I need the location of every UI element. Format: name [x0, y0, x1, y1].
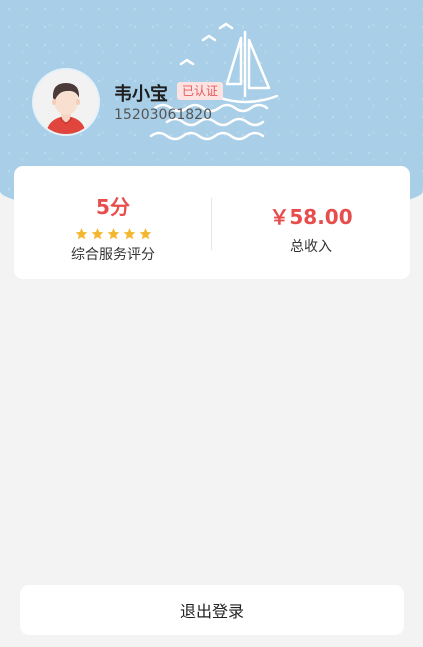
avatar[interactable] [34, 70, 98, 134]
stats-card: 5分 综合服务评分 ￥58.00 总收入 [14, 166, 410, 279]
star-icon [139, 228, 151, 240]
income-section[interactable]: ￥58.00 总收入 [212, 166, 410, 279]
logout-button[interactable]: 退出登录 [20, 585, 404, 635]
avatar-boy-icon [34, 70, 98, 134]
service-score-value: 5分 [96, 195, 130, 219]
service-score-section[interactable]: 5分 综合服务评分 [14, 166, 212, 279]
phone-number: 15203061820 [114, 107, 212, 123]
service-score-label: 综合服务评分 [71, 247, 155, 263]
rating-stars [14, 227, 212, 241]
total-income-value: ￥58.00 [269, 205, 353, 229]
star-icon [107, 228, 119, 240]
verified-badge: 已认证 [177, 82, 224, 100]
star-icon [91, 228, 103, 240]
star-icon [75, 228, 87, 240]
star-icon [123, 228, 135, 240]
total-income-label: 总收入 [290, 239, 332, 255]
user-name: 韦小宝 [114, 84, 168, 105]
